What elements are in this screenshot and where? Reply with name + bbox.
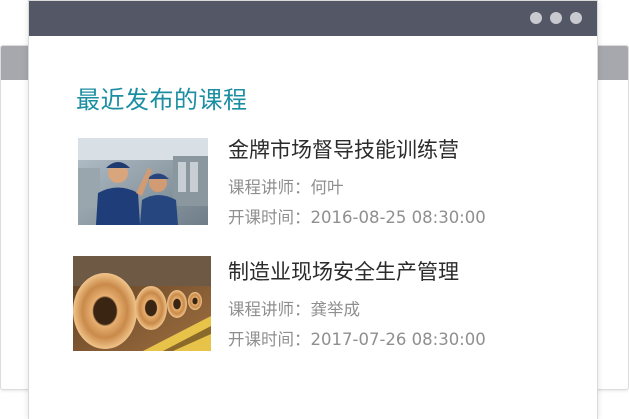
- window-dot-1-icon[interactable]: [530, 12, 542, 24]
- course-start-time: 开课时间：2017-07-26 08:30:00: [228, 326, 486, 350]
- course-item[interactable]: 制造业现场安全生产管理 课程讲师：龚举成 开课时间：2017-07-26 08:…: [73, 256, 593, 356]
- course-title[interactable]: 金牌市场督导技能训练营: [228, 134, 459, 164]
- lecturer-label: 课程讲师：: [228, 178, 311, 197]
- lecturer-name: 龚举成: [310, 300, 361, 319]
- start-time-value: 2016-08-25 08:30:00: [310, 208, 486, 227]
- course-lecturer: 课程讲师：龚举成: [228, 296, 360, 320]
- lecturer-label: 课程讲师：: [228, 300, 311, 319]
- start-time-label: 开课时间：: [228, 208, 311, 227]
- window-controls: [530, 12, 582, 24]
- start-time-value: 2017-07-26 08:30:00: [310, 330, 486, 349]
- start-time-label: 开课时间：: [228, 330, 311, 349]
- window-dot-2-icon[interactable]: [550, 12, 562, 24]
- window-titlebar: [29, 1, 597, 36]
- main-window: 最近发布的课程 金牌市场督导技能训练营 课程讲师：何叶 开课时间：2016-08…: [28, 0, 598, 419]
- lecturer-name: 何叶: [310, 178, 344, 197]
- section-title: 最近发布的课程: [76, 86, 248, 114]
- window-dot-3-icon[interactable]: [570, 12, 582, 24]
- course-title[interactable]: 制造业现场安全生产管理: [228, 256, 459, 286]
- course-start-time: 开课时间：2016-08-25 08:30:00: [228, 204, 486, 228]
- course-thumbnail-steel-coils[interactable]: [73, 256, 211, 351]
- course-item[interactable]: 金牌市场督导技能训练营 课程讲师：何叶 开课时间：2016-08-25 08:3…: [73, 134, 593, 234]
- course-thumbnail-factory-workers[interactable]: [78, 138, 208, 225]
- course-lecturer: 课程讲师：何叶: [228, 174, 344, 198]
